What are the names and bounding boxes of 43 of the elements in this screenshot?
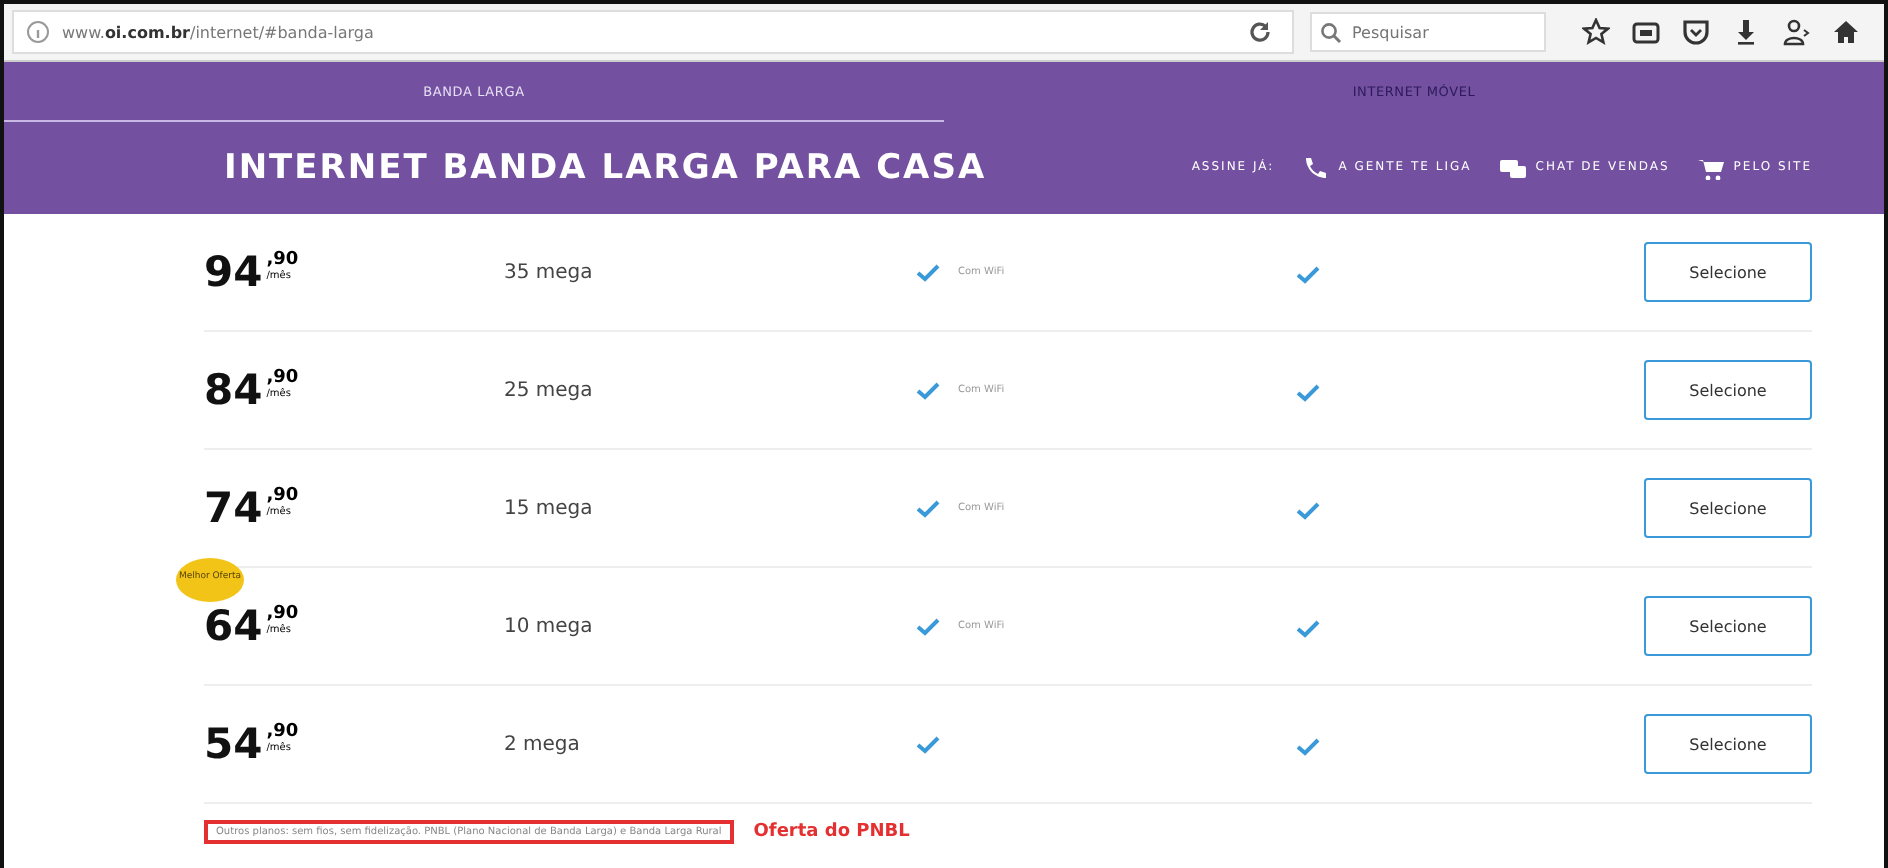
- checkmark-icon: [1296, 501, 1320, 519]
- reload-icon[interactable]: [1248, 20, 1272, 44]
- price-value: 74: [204, 487, 263, 529]
- annotation-text: Oferta do PNBL: [753, 822, 910, 842]
- price-value: 94: [204, 251, 263, 293]
- page-title: INTERNET BANDA LARGA PARA CASA: [224, 147, 987, 187]
- select-button[interactable]: Selecione: [1644, 242, 1812, 302]
- checkmark-icon: [1296, 383, 1320, 401]
- price-cents: ,90: [266, 723, 299, 741]
- checkmark-icon: [916, 735, 940, 753]
- address-bar[interactable]: www.oi.com.br/internet/#banda-larga: [12, 10, 1294, 54]
- select-button[interactable]: Selecione: [1644, 360, 1812, 420]
- download-icon[interactable]: [1732, 18, 1760, 46]
- speed-label: 15 mega: [504, 497, 595, 519]
- home-icon[interactable]: [1832, 18, 1860, 46]
- checkmark-icon: [916, 499, 940, 517]
- checkmark-icon: [1296, 265, 1320, 283]
- speed-label: 35 mega: [504, 261, 595, 283]
- checkmark-icon: [1296, 619, 1320, 637]
- select-button[interactable]: Selecione: [1644, 478, 1812, 538]
- cart-icon: [1697, 155, 1724, 179]
- price-cents: ,90: [266, 487, 299, 505]
- info-icon[interactable]: [26, 20, 50, 44]
- checkmark-icon: [916, 381, 940, 399]
- select-button[interactable]: Selecione: [1644, 596, 1812, 656]
- speed-label: 2 mega: [504, 733, 582, 755]
- price-cents: ,90: [266, 605, 299, 623]
- speed-label: 25 mega: [504, 379, 595, 401]
- price-value: 64: [204, 605, 263, 647]
- speed-label: 10 mega: [504, 615, 595, 637]
- phone-icon: [1302, 155, 1329, 179]
- search-field[interactable]: Pesquisar: [1310, 12, 1546, 52]
- checkmark-icon: [916, 263, 940, 281]
- checkmark-icon: [916, 617, 940, 635]
- select-button[interactable]: Selecione: [1644, 714, 1812, 774]
- price-cents: ,90: [266, 251, 299, 269]
- price-value: 84: [204, 369, 263, 411]
- chat-icon: [1499, 155, 1526, 179]
- star-icon[interactable]: [1582, 18, 1610, 46]
- checkmark-icon: [1296, 737, 1320, 755]
- price-value: 54: [204, 723, 263, 765]
- price-cents: ,90: [266, 369, 299, 387]
- person-icon[interactable]: [1782, 18, 1810, 46]
